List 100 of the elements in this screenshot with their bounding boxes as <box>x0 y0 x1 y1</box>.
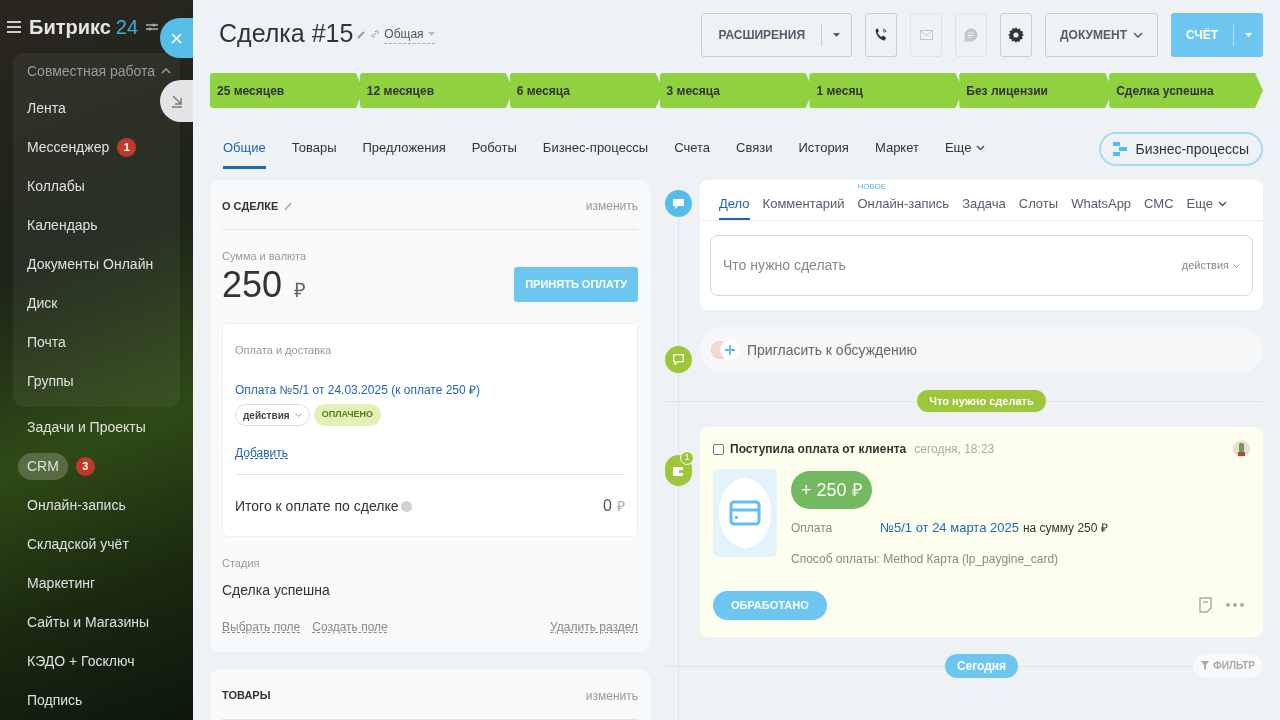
total-label: Итого к оплате по сделке <box>235 496 399 516</box>
more-icon <box>1226 603 1244 607</box>
editor-tab[interactable]: Еще <box>1186 179 1228 220</box>
tab[interactable]: Товары <box>291 129 337 169</box>
extensions-button[interactable]: РАСШИРЕНИЯ <box>701 13 853 57</box>
chevron-icon <box>1233 263 1240 268</box>
menu-item[interactable]: Маркетинг <box>27 573 96 594</box>
field-link[interactable]: Создать поле <box>312 617 388 636</box>
caret-icon <box>1245 33 1252 37</box>
tab[interactable]: Связи <box>736 129 773 169</box>
tab[interactable]: Общие <box>223 129 266 169</box>
currency-sign: ₽ <box>617 496 625 516</box>
invite-bar[interactable]: Пригласить к обсуждению <box>700 327 1263 373</box>
pencil-icon <box>284 201 293 211</box>
envelope-icon <box>919 30 933 40</box>
menu-item[interactable]: Подпись <box>27 690 83 711</box>
menu-group-header[interactable]: Совместная работа <box>13 53 180 89</box>
editor-tab[interactable]: НОВОЕ Онлайн-запись <box>857 179 950 220</box>
section-divider-label: Что нужно сделать <box>917 390 1046 412</box>
chat-icon <box>964 27 979 43</box>
menu-item[interactable]: Почта <box>27 332 66 353</box>
amount-value: 250 <box>222 264 283 305</box>
logo-text: Битрикс <box>29 14 111 40</box>
editor-tab[interactable]: Дело <box>719 179 750 220</box>
menu-item[interactable]: Сайты и Магазины <box>27 612 149 633</box>
caret-icon <box>427 31 435 36</box>
section-title: О СДЕЛКЕ <box>222 198 279 214</box>
editor-tab[interactable]: СМС <box>1144 179 1174 220</box>
help-icon <box>400 500 412 512</box>
payment-link[interactable]: №5/1 от 24 марта 2025 <box>880 518 1019 538</box>
wallet-icon <box>673 465 684 476</box>
pencil-icon <box>357 29 367 39</box>
tab[interactable]: Счета <box>674 129 711 169</box>
menu-item[interactable]: Задачи и Проекты <box>27 417 146 438</box>
link-icon <box>370 29 381 39</box>
amount-badge: + 250 ₽ <box>791 471 872 509</box>
phone-icon <box>874 27 889 43</box>
menu-item[interactable]: Коллабы <box>27 176 85 197</box>
avatar-icon <box>1233 439 1250 459</box>
tab[interactable]: Бизнес-процессы <box>542 129 649 169</box>
editor-tab[interactable]: Слоты <box>1018 179 1059 220</box>
speech-bubble-icon <box>673 198 684 209</box>
new-label: НОВОЕ <box>857 182 887 192</box>
phone-button[interactable] <box>865 13 898 57</box>
tab[interactable]: Еще <box>944 129 986 169</box>
tab[interactable]: История <box>798 129 849 169</box>
settings-icon <box>1008 27 1025 43</box>
task-input[interactable]: Что нужно сделать действия <box>710 235 1253 296</box>
menu-item[interactable]: Мессенджер <box>27 137 110 158</box>
note-icon <box>1199 597 1212 613</box>
counter-badge: 1 <box>680 451 694 465</box>
section-title: ТОВАРЫ <box>222 688 271 704</box>
menu-item[interactable]: Лента <box>27 98 66 119</box>
menu-item[interactable]: Диск <box>27 293 58 314</box>
tab[interactable]: Роботы <box>471 129 517 169</box>
filter-icon <box>1201 661 1210 670</box>
payment-method-text: Способ оплаты: Method Карта (lp_paygine_card) <box>791 550 1060 568</box>
flowchart-icon <box>1112 142 1127 156</box>
chevron-icon <box>1133 32 1143 38</box>
access-dropdown[interactable]: Общая <box>384 24 435 44</box>
counter-badge: 1 <box>117 138 137 157</box>
business-processes-button[interactable]: Бизнес-процессы <box>1098 132 1263 166</box>
editor-tab[interactable]: Комментарий <box>762 179 845 220</box>
delete-section-link[interactable]: Удалить раздел <box>550 617 638 636</box>
page-title: Сделка #15 <box>219 18 354 50</box>
currency-sign: ₽ <box>294 277 307 303</box>
editor-tab[interactable]: WhatsApp <box>1071 179 1132 220</box>
logo-number: 24 <box>115 14 139 40</box>
speech-bubble-icon <box>673 354 684 365</box>
field-label: Стадия <box>222 556 261 571</box>
menu-item[interactable]: КЭДО + Госключ <box>27 651 135 672</box>
menu-item[interactable]: Складской учёт <box>27 534 129 555</box>
settings-button[interactable] <box>1000 13 1033 57</box>
close-icon <box>171 32 182 44</box>
total-value: 0 <box>603 496 612 516</box>
checkbox[interactable] <box>713 443 724 455</box>
tab[interactable]: Маркет <box>874 129 919 169</box>
add-person-icon <box>709 337 741 363</box>
menu-item[interactable]: Календарь <box>27 215 98 236</box>
menu-item[interactable]: CRM <box>18 453 68 480</box>
menu-item[interactable]: Документы Онлайн <box>27 254 154 275</box>
document-button[interactable]: ДОКУМЕНТ <box>1045 13 1158 57</box>
section-divider-label: Сегодня <box>944 653 1019 678</box>
menu-item[interactable]: Группы <box>27 371 74 392</box>
field-link[interactable]: Выбрать поле <box>222 617 301 636</box>
field-label: Сумма и валюта <box>222 249 308 264</box>
actions-dropdown[interactable]: действия <box>1181 257 1240 274</box>
stage-step[interactable]: Сделка успешна <box>1109 73 1263 108</box>
counter-badge: 3 <box>75 457 95 476</box>
payment-link[interactable]: Оплата №5/1 от 24.03.2025 (к оплате 250 ₽) <box>235 381 625 399</box>
field-label: Оплата <box>791 520 834 537</box>
add-link[interactable]: Добавить <box>235 444 289 462</box>
stage-value: Сделка успешна <box>222 580 331 600</box>
editor-tab[interactable]: Задача <box>962 179 1006 220</box>
chevron-icon <box>976 144 986 151</box>
caret-icon <box>833 33 841 37</box>
tab[interactable]: Предложения <box>362 129 446 169</box>
chevron-icon <box>294 413 302 417</box>
field-label: Оплата и доставка <box>235 342 333 358</box>
menu-item[interactable]: Онлайн-запись <box>27 495 126 516</box>
